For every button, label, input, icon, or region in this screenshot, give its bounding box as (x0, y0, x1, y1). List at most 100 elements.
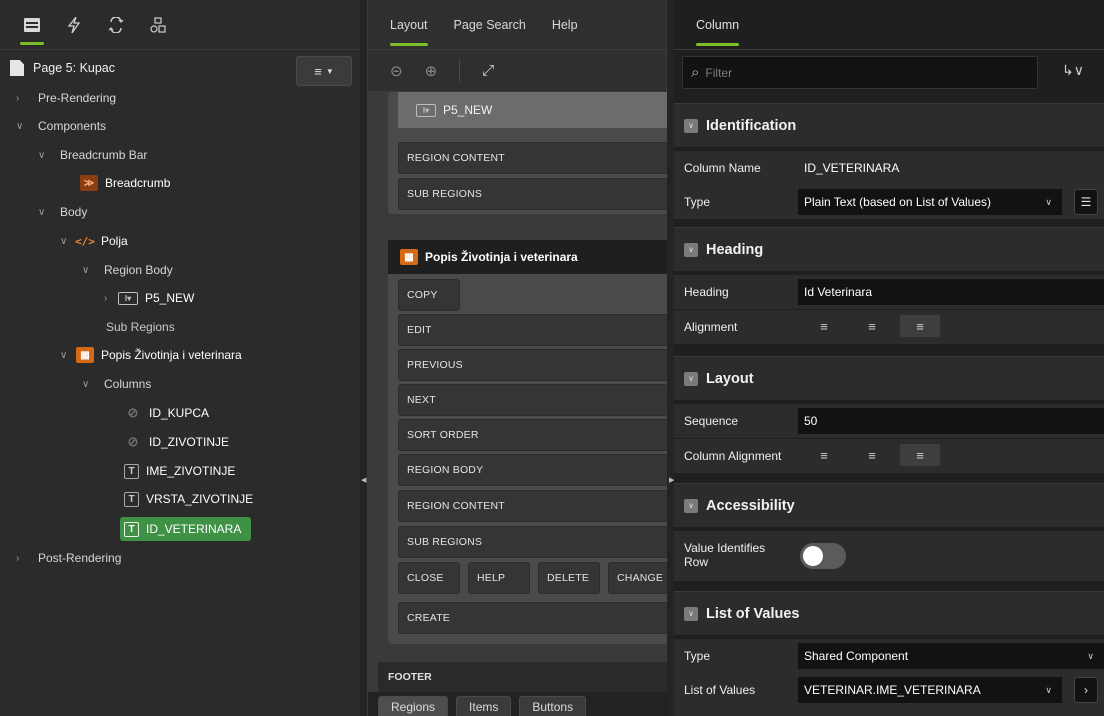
tree-node-col-vrsta-zivotinje[interactable]: T VRSTA_ZIVOTINJE (124, 487, 253, 511)
list-of-values-select[interactable]: VETERINAR.IME_VETERINARA ∨ (798, 677, 1062, 703)
align-right-icon[interactable]: ≡ (900, 315, 940, 337)
slot-copy[interactable]: COPY (398, 279, 460, 311)
tree-label: Pre-Rendering (38, 91, 117, 105)
tree-node-col-id-veterinara[interactable]: T ID_VETERINARA (124, 517, 241, 541)
report-region-icon: ▦ (76, 347, 94, 363)
lov-type-select[interactable]: Shared Component ∨ (798, 643, 1104, 669)
slot-polja-sub-regions[interactable]: SUB REGIONS (398, 178, 668, 210)
tree-node-breadcrumb-bar[interactable]: ∨ Breadcrumb Bar (38, 143, 147, 167)
tab-buttons[interactable]: Buttons (519, 696, 587, 716)
right-splitter[interactable]: ▶ (667, 0, 674, 716)
chevron-down-icon: ∨ (1087, 650, 1094, 661)
tree-label: Breadcrumb Bar (60, 148, 148, 162)
tree-node-col-id-kupca[interactable]: ⊘ ID_KUPCA (124, 401, 209, 425)
heading-input[interactable]: Id Veterinara (798, 279, 1104, 305)
tree-node-post-rendering[interactable]: › Post-Rendering (16, 546, 121, 570)
prop-heading: Heading Id Veterinara (674, 275, 1104, 309)
chevron-down-icon: ∨ (1045, 196, 1052, 207)
align-left-icon[interactable]: ≡ (804, 444, 844, 466)
tree-node-p5-new[interactable]: › I▾ P5_NEW (104, 286, 194, 310)
align-center-icon[interactable]: ≡ (852, 315, 892, 337)
section-title: Heading (706, 241, 764, 258)
left-toolbar (0, 0, 360, 50)
prop-label: Column Alignment (684, 449, 782, 463)
shared-components-icon[interactable] (148, 15, 168, 35)
slot-sort-order[interactable]: SORT ORDER (398, 419, 668, 451)
slot-create[interactable]: CREATE (398, 602, 668, 634)
sequence-input[interactable]: 50 (798, 408, 1104, 434)
slot-region-body[interactable]: REGION BODY (398, 454, 668, 486)
section-layout[interactable]: ∨ Layout (674, 356, 1104, 400)
align-left-icon[interactable]: ≡ (804, 315, 844, 337)
zoom-out-icon[interactable]: ⊝ (390, 62, 403, 80)
tree-node-col-id-zivotinje[interactable]: ⊘ ID_ZIVOTINJE (124, 430, 229, 454)
list-of-values-icon[interactable]: ☰ (1074, 189, 1098, 215)
processing-icon[interactable] (106, 15, 126, 35)
slot-previous[interactable]: PREVIOUS (398, 349, 668, 381)
input-value: Id Veterinara (804, 285, 873, 299)
tree-node-col-ime-zivotinje[interactable]: T IME_ZIVOTINJE (124, 459, 235, 483)
align-center-icon[interactable]: ≡ (852, 444, 892, 466)
region-header-popis[interactable]: ▦ Popis Životinja i veterinara (388, 240, 668, 274)
prop-type: Type Plain Text (based on List of Values… (674, 185, 1104, 219)
slot-close[interactable]: CLOSE (398, 562, 460, 594)
text-column-icon: T (124, 463, 139, 479)
slot-footer[interactable]: FOOTER (378, 662, 668, 692)
tree-node-sub-regions[interactable]: Sub Regions (106, 315, 175, 339)
property-editor-pane: Column ⌕ Filter ↳∨ ∨ Identification Colu… (674, 0, 1104, 716)
value-identifies-row-toggle[interactable] (800, 543, 846, 569)
go-to-group-icon[interactable]: ↳∨ (1062, 62, 1084, 79)
rendering-tree-icon[interactable] (20, 15, 44, 45)
tree-label: IME_ZIVOTINJE (146, 464, 236, 478)
slot-delete[interactable]: DELETE (538, 562, 600, 594)
expand-icon[interactable]: ⤢ (482, 62, 494, 79)
tree-node-pre-rendering[interactable]: › Pre-Rendering (16, 86, 116, 110)
slot-edit[interactable]: EDIT (398, 314, 668, 346)
type-select[interactable]: Plain Text (based on List of Values) ∨ (798, 189, 1062, 215)
slot-change[interactable]: CHANGE (608, 562, 668, 594)
slot-next[interactable]: NEXT (398, 384, 668, 416)
section-list-of-values[interactable]: ∨ List of Values (674, 591, 1104, 635)
tree-node-breadcrumb[interactable]: ≫ Breadcrumb (80, 171, 170, 195)
tab-regions[interactable]: Regions (378, 696, 449, 716)
tab-page-search[interactable]: Page Search (454, 18, 526, 32)
collapse-left-icon[interactable]: ◀ (361, 476, 366, 484)
align-right-icon[interactable]: ≡ (900, 444, 940, 466)
slot-help[interactable]: HELP (468, 562, 530, 594)
tree-node-columns[interactable]: ∨ Columns (82, 372, 151, 396)
prop-alignment: Alignment ≡ ≡ ≡ (674, 310, 1104, 344)
tab-items[interactable]: Items (456, 696, 512, 716)
code-region-icon: </> (75, 234, 95, 248)
tree-node-components[interactable]: ∨ Components (16, 114, 106, 138)
tree-node-body[interactable]: ∨ Body (38, 200, 87, 224)
item-label: P5_NEW (443, 103, 493, 117)
dynamic-actions-icon[interactable] (64, 15, 84, 35)
section-identification[interactable]: ∨ Identification (674, 103, 1104, 147)
slot-polja-region-content[interactable]: REGION CONTENT (398, 142, 668, 174)
zoom-toolbar: ⊝ ⊕ ⤢ (368, 50, 666, 92)
tree-label: ID_ZIVOTINJE (149, 435, 230, 449)
slot-region-content[interactable]: REGION CONTENT (398, 490, 668, 522)
tab-column[interactable]: Column (696, 18, 740, 46)
prop-list-of-values: List of Values VETERINAR.IME_VETERINARA … (674, 673, 1104, 716)
tree-menu-button[interactable]: ≡ ▼ (296, 56, 352, 86)
tree-node-polja[interactable]: ∨ </> Polja (60, 229, 128, 253)
left-splitter[interactable]: ◀ (360, 0, 367, 716)
tree-node-region-body[interactable]: ∨ Region Body (82, 258, 173, 282)
layout-item-p5-new[interactable]: I▾ P5_NEW (398, 92, 668, 128)
page-node[interactable]: Page 5: Kupac ≡ ▼ (0, 50, 360, 86)
section-accessibility[interactable]: ∨ Accessibility (674, 483, 1104, 527)
collapse-icon: ∨ (684, 242, 698, 257)
tree-node-popis[interactable]: ∨ ▦ Popis Životinja i veterinara (60, 343, 242, 367)
slot-sub-regions[interactable]: SUB REGIONS (398, 526, 668, 558)
page-icon (10, 60, 24, 76)
filter-input[interactable]: ⌕ Filter (682, 56, 1038, 89)
tab-layout[interactable]: Layout (390, 18, 428, 46)
hidden-column-icon: ⊘ (127, 434, 139, 449)
tab-help[interactable]: Help (552, 18, 578, 32)
zoom-in-icon[interactable]: ⊕ (425, 62, 438, 80)
section-heading[interactable]: ∨ Heading (674, 227, 1104, 271)
tree-label: P5_NEW (145, 291, 195, 305)
section-title: List of Values (706, 605, 800, 622)
chevron-right-icon[interactable]: › (1074, 677, 1098, 703)
